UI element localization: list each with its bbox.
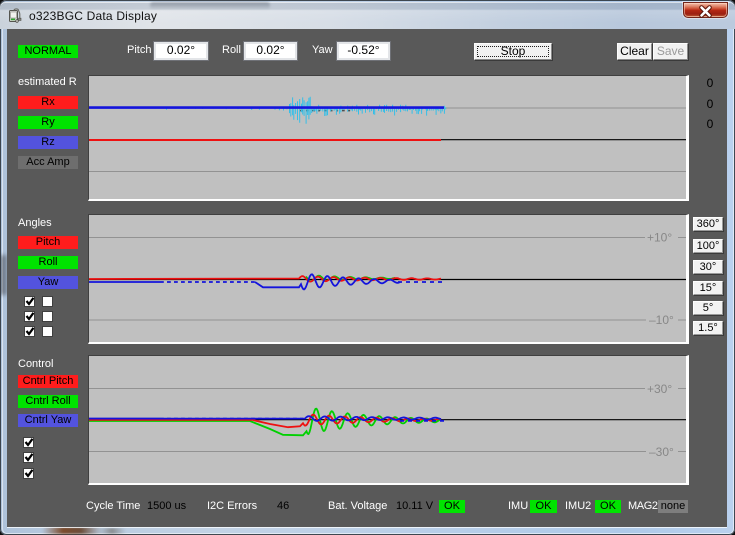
svg-text:+10°: +10°	[647, 231, 672, 245]
svg-text:–10°: –10°	[649, 313, 674, 327]
svg-text:–30°: –30°	[649, 445, 674, 459]
svg-text:+30°: +30°	[647, 382, 672, 396]
